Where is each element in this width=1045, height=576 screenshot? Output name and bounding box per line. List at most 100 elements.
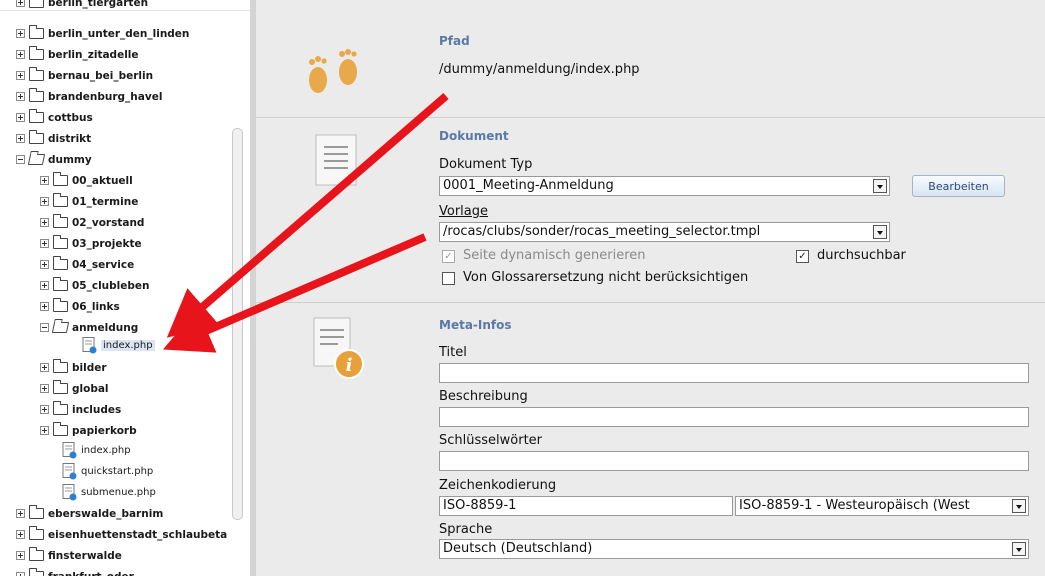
encoding-select-value: ISO-8859-1 - Westeuropäisch (West	[739, 498, 970, 513]
tree-item-bernau-bei-berlin[interactable]: bernau_bei_berlin	[16, 65, 153, 86]
folder-icon	[53, 277, 68, 291]
tree-item-quickstart-php[interactable]: quickstart.php	[62, 461, 153, 482]
title-input[interactable]	[439, 363, 1029, 383]
collapse-icon[interactable]	[16, 155, 25, 164]
tree-item-00-aktuell[interactable]: 00_aktuell	[40, 170, 133, 191]
description-input[interactable]	[439, 407, 1029, 427]
folder-icon	[29, 505, 44, 519]
tree-item-05-clubleben[interactable]: 05_clubleben	[40, 275, 150, 296]
tree-item-berlin-tiergarten[interactable]: berlin_tiergarten	[16, 0, 148, 13]
expand-icon[interactable]	[16, 71, 25, 80]
expand-icon[interactable]	[40, 405, 49, 414]
tree-item-global[interactable]: global	[40, 378, 109, 399]
expand-icon[interactable]	[16, 0, 25, 7]
expand-icon[interactable]	[40, 260, 49, 269]
tree-item-eisenhuettenstadt[interactable]: eisenhuettenstadt_schlaubeta	[16, 524, 227, 545]
chevron-down-icon[interactable]	[873, 225, 887, 239]
tree-item-label: 03_projekte	[72, 237, 142, 250]
tree-item-index-php[interactable]: index.php	[62, 440, 131, 461]
expand-icon[interactable]	[40, 218, 49, 227]
expand-icon[interactable]	[40, 302, 49, 311]
tree-item-label: includes	[72, 403, 122, 416]
folder-icon	[53, 235, 68, 249]
php-file-icon	[62, 484, 77, 501]
tree-item-03-projekte[interactable]: 03_projekte	[40, 233, 142, 254]
folder-icon	[29, 25, 44, 39]
expand-icon[interactable]	[16, 113, 25, 122]
expand-icon[interactable]	[16, 134, 25, 143]
tree-item-berlin-unter-den-linden[interactable]: berlin_unter_den_linden	[16, 23, 189, 44]
template-label: Vorlage	[439, 204, 488, 219]
tree-item-label: index.php	[101, 340, 155, 351]
title-label: Titel	[439, 345, 467, 360]
tree-scrollbar[interactable]	[232, 128, 243, 520]
tree-item-berlin-zitadelle[interactable]: berlin_zitadelle	[16, 44, 139, 65]
expand-icon[interactable]	[16, 530, 25, 539]
tree-item-submenue-php[interactable]: submenue.php	[62, 482, 156, 503]
template-select[interactable]: /rocas/clubs/sonder/rocas_meeting_select…	[439, 222, 890, 242]
edit-button[interactable]: Bearbeiten	[912, 175, 1005, 197]
expand-icon[interactable]	[40, 197, 49, 206]
document-type-select[interactable]: 0001_Meeting-Anmeldung	[439, 176, 890, 196]
encoding-select[interactable]: ISO-8859-1 - Westeuropäisch (West	[735, 496, 1029, 516]
expand-icon[interactable]	[40, 239, 49, 248]
tree-item-bilder[interactable]: bilder	[40, 357, 107, 378]
folder-icon	[53, 214, 68, 228]
expand-icon[interactable]	[40, 426, 49, 435]
folder-icon	[53, 422, 68, 436]
tree-item-01-termine[interactable]: 01_termine	[40, 191, 138, 212]
encoding-label: Zeichenkodierung	[439, 478, 557, 493]
folder-icon	[29, 568, 44, 576]
php-file-icon	[62, 442, 77, 459]
expand-icon[interactable]	[16, 92, 25, 101]
chevron-down-icon[interactable]	[1012, 542, 1026, 556]
tree-item-distrikt[interactable]: distrikt	[16, 128, 91, 149]
folder-tree: berlin_tiergarten berlin_unter_den_linde…	[0, 0, 250, 576]
language-value: Deutsch (Deutschland)	[443, 541, 593, 556]
expand-icon[interactable]	[40, 384, 49, 393]
expand-icon[interactable]	[16, 29, 25, 38]
tree-item-02-vorstand[interactable]: 02_vorstand	[40, 212, 144, 233]
tree-item-includes[interactable]: includes	[40, 399, 121, 420]
expand-icon[interactable]	[40, 363, 49, 372]
php-file-icon	[62, 463, 77, 480]
tree-item-eberswalde-barnim[interactable]: eberswalde_barnim	[16, 503, 163, 524]
folder-icon	[29, 67, 44, 81]
tree-item-label: index.php	[81, 445, 131, 456]
chevron-down-icon[interactable]	[873, 179, 887, 193]
language-select[interactable]: Deutsch (Deutschland)	[439, 539, 1029, 559]
tree-item-anmeldung-index-php[interactable]: index.php	[82, 335, 155, 356]
tree-item-frankfurt-oder[interactable]: frankfurt_oder	[16, 566, 134, 576]
tree-item-finsterwalde[interactable]: finsterwalde	[16, 545, 122, 566]
collapse-icon[interactable]	[40, 323, 49, 332]
chevron-down-icon[interactable]	[1012, 499, 1026, 513]
folder-icon	[53, 172, 68, 186]
tree-item-cottbus[interactable]: cottbus	[16, 107, 93, 128]
tree-item-04-service[interactable]: 04_service	[40, 254, 134, 275]
tree-item-06-links[interactable]: 06_links	[40, 296, 120, 317]
keywords-input[interactable]	[439, 451, 1029, 471]
folder-icon	[53, 256, 68, 270]
searchable-checkbox[interactable]: ✓	[796, 250, 809, 263]
dynamic-page-checkbox[interactable]: ✓	[442, 250, 455, 263]
tree-item-label: 00_aktuell	[72, 174, 133, 187]
expand-icon[interactable]	[16, 551, 25, 560]
tree-item-label: brandenburg_havel	[48, 90, 163, 103]
tree-item-label: bilder	[72, 361, 107, 374]
document-type-value: 0001_Meeting-Anmeldung	[443, 178, 614, 193]
glossary-checkbox[interactable]	[442, 272, 455, 285]
tree-item-dummy[interactable]: dummy	[16, 149, 92, 170]
expand-icon[interactable]	[16, 509, 25, 518]
expand-icon[interactable]	[40, 176, 49, 185]
expand-icon[interactable]	[16, 50, 25, 59]
tree-item-brandenburg-havel[interactable]: brandenburg_havel	[16, 86, 162, 107]
tree-item-label: distrikt	[48, 132, 92, 145]
document-section: Dokument Dokument Typ 0001_Meeting-Anmel…	[256, 119, 1045, 303]
meta-section: i Meta-Infos Titel Beschreibung Schlüsse…	[256, 304, 1045, 576]
encoding-input[interactable]: ISO-8859-1	[439, 496, 733, 516]
tree-item-papierkorb[interactable]: papierkorb	[40, 420, 137, 441]
folder-icon	[29, 88, 44, 102]
expand-icon[interactable]	[16, 572, 25, 576]
expand-icon[interactable]	[40, 281, 49, 290]
document-icon	[315, 134, 357, 186]
